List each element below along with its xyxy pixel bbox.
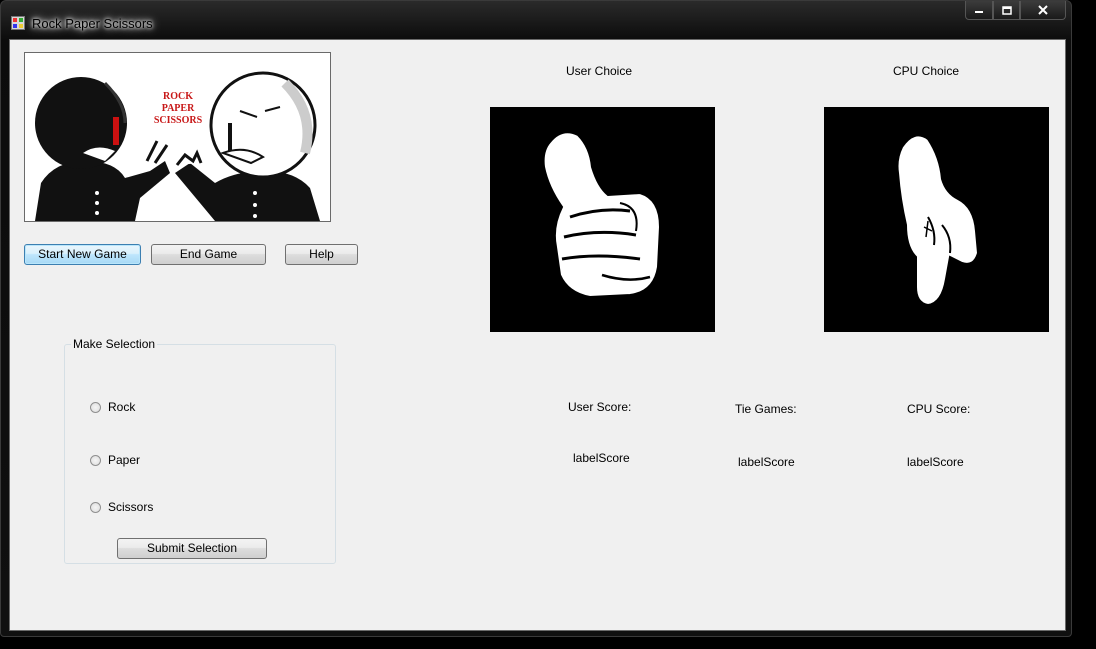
cpu-score-value: labelScore [907,455,964,469]
scissors-label[interactable]: Scissors [108,500,153,514]
cpu-choice-label: CPU Choice [893,64,960,78]
maximize-button[interactable] [993,1,1020,20]
user-choice-image [490,107,715,332]
close-button[interactable] [1020,1,1066,20]
banner-line-rock: ROCK [163,91,193,102]
end-game-button[interactable]: End Game [151,244,266,265]
banner-illustration [35,71,320,221]
maximize-icon [1001,5,1012,15]
main-window: Rock Paper Scissors ROCK PAPER SCISSORS … [0,0,1072,637]
submit-selection-button[interactable]: Submit Selection [117,538,267,559]
cpu-choice-image [824,107,1049,332]
cpu-score-label: CPU Score: [907,402,971,416]
start-new-game-button[interactable]: Start New Game [24,244,141,265]
user-score-value: labelScore [573,451,630,465]
scissors-radio[interactable] [90,502,101,513]
minimize-icon [975,11,983,13]
banner-line-paper: PAPER [161,103,195,114]
rock-label[interactable]: Rock [108,400,135,414]
paper-label[interactable]: Paper [108,453,140,467]
paper-radio[interactable] [90,455,101,466]
form-client-area: ROCK PAPER SCISSORS Start New Game End G… [9,39,1066,631]
make-selection-title: Make Selection [71,337,158,351]
app-icon [11,16,25,30]
title-bar[interactable]: Rock Paper Scissors [1,1,1071,37]
tie-games-value: labelScore [738,455,795,469]
banner-title: ROCK PAPER SCISSORS [153,91,203,127]
fist-icon [542,131,662,299]
user-choice-label: User Choice [566,64,633,78]
banner-image: ROCK PAPER SCISSORS [24,52,331,222]
close-icon [1038,5,1048,15]
rock-radio[interactable] [90,402,101,413]
banner-line-scissors: SCISSORS [153,115,203,126]
minimize-button[interactable] [965,1,993,20]
make-selection-group: Make Selection Rock Paper Scissors Submi… [64,337,336,564]
tie-games-label: Tie Games: [735,402,797,416]
help-button[interactable]: Help [285,244,358,265]
user-score-label: User Score: [568,400,632,414]
pointing-hand-icon [896,134,980,307]
window-title: Rock Paper Scissors [32,16,153,31]
